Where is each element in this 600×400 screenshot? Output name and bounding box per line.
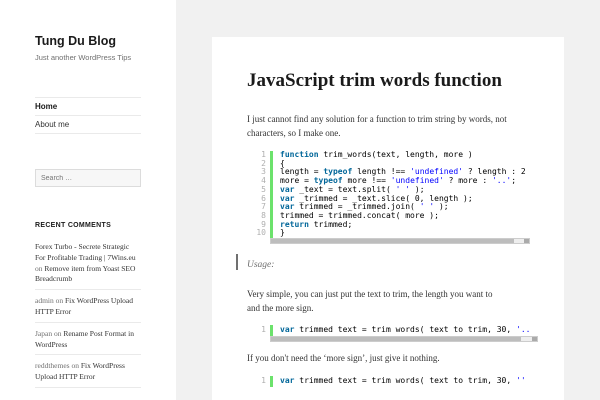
code-line: var trimmed text = trim words( text to t…: [280, 325, 531, 334]
comment-author: admin: [35, 296, 54, 306]
usage-line: and the more sign.: [247, 302, 314, 313]
post-intro-line: I just cannot find any solution for a fu…: [247, 114, 507, 124]
post-intro-line: characters, so I make one.: [247, 127, 341, 138]
post-article: JavaScript trim words function I just ca…: [212, 37, 564, 400]
comment-author: Japan: [35, 328, 53, 338]
code-line: var trimmed text = trim words( text to t…: [280, 376, 526, 385]
line-number-gutter: 1 2 3 4 5 6 7 8 9 10: [248, 151, 268, 238]
comment-author: reddthemes: [35, 361, 70, 371]
comment-on-text: on: [53, 328, 62, 338]
site-description: Just another WordPress Tips: [35, 53, 132, 62]
post-title: JavaScript trim words function: [247, 70, 502, 91]
usage-label: Usage:: [247, 260, 275, 270]
nomore-paragraph: If you don't need the ‘more sign’, just …: [247, 353, 440, 363]
scrollbar-thumb[interactable]: [271, 239, 514, 243]
usage-line: Very simple, you can just put the text t…: [247, 289, 493, 299]
line-number: 1: [261, 325, 266, 334]
recent-comments-title: RECENT COMMENTS: [35, 222, 112, 229]
list-item: reddthemes on Fix WordPress Upload HTTP …: [35, 359, 141, 388]
line-number-gutter: 1: [248, 376, 268, 386]
scroll-right-icon[interactable]: [524, 239, 529, 243]
code-line: }: [280, 228, 285, 238]
code-content[interactable]: var trimmed text = trim words( text to t…: [270, 376, 538, 387]
code-block-nomore: 1 var trimmed text = trim words( text to…: [248, 376, 538, 393]
code-block-usage: 1 var trimmed text = trim words( text to…: [248, 325, 538, 342]
code-content[interactable]: var trimmed text = trim words( text to t…: [270, 325, 538, 336]
sidebar: Tung Du Blog Just another WordPress Tips…: [0, 0, 176, 400]
comment-on-text: on: [55, 296, 64, 306]
line-number: 10: [256, 228, 266, 238]
nav-item-about-me[interactable]: About me: [35, 116, 141, 134]
usage-blockquote: Usage:: [236, 254, 274, 270]
main-navigation: Home About me: [35, 97, 141, 134]
list-item: admin on Fix WordPress Upload HTTP Error: [35, 294, 141, 323]
nav-item-home[interactable]: Home: [35, 98, 141, 116]
comment-on-text: on: [35, 263, 43, 273]
line-number: 1: [261, 376, 266, 385]
site-title[interactable]: Tung Du Blog: [35, 34, 116, 48]
post-intro: I just cannot find any solution for a fu…: [247, 113, 507, 140]
comment-on-text: on: [71, 361, 79, 371]
search-input[interactable]: [35, 169, 141, 187]
code-content[interactable]: function trim_words(text, length, more )…: [270, 151, 530, 238]
line-number-gutter: 1: [248, 325, 268, 335]
scrollbar-thumb[interactable]: [271, 337, 522, 341]
recent-comments-list: Forex Turbo - Secrete Strategic For Prof…: [35, 240, 141, 392]
comment-post-link[interactable]: Remove item from Yoast SEO Breadcrumb: [35, 264, 135, 284]
scroll-right-icon[interactable]: [532, 337, 537, 341]
code-block-main: 1 2 3 4 5 6 7 8 9 10 function trim_words…: [248, 151, 530, 244]
comment-author-link[interactable]: Forex Turbo - Secrete Strategic For Prof…: [35, 242, 136, 262]
code-line: return trimmed;: [280, 219, 353, 229]
code-line: function trim_words(text, length, more ): [280, 151, 473, 159]
usage-paragraph: Very simple, you can just put the text t…: [247, 288, 492, 315]
horizontal-scrollbar[interactable]: [270, 336, 538, 342]
list-item: Japan on Rename Post Format in WordPress: [35, 327, 141, 356]
list-item: Forex Turbo - Secrete Strategic For Prof…: [35, 240, 141, 291]
horizontal-scrollbar[interactable]: [270, 238, 530, 244]
